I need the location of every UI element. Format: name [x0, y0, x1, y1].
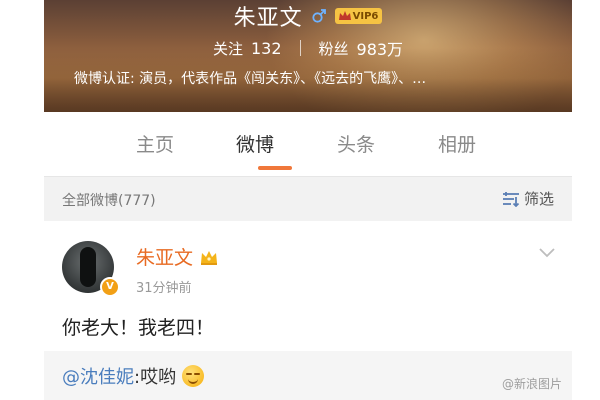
avatar-figure [80, 247, 96, 287]
profile-stats: 关注 132 粉丝 983万 [44, 36, 572, 60]
filter-button[interactable]: 筛选 [502, 188, 554, 209]
stats-divider [299, 40, 301, 56]
tab-headlines[interactable]: 头条 [337, 130, 375, 157]
following-label: 关注 [212, 39, 243, 58]
profile-header: 朱亚文 VIP6 关注 132 粉丝 983万 微博认证: 演员，代表作品《闯关… [44, 0, 572, 112]
watermark-text: @新浪图片 [501, 377, 562, 391]
filter-label: 筛选 [523, 190, 554, 208]
followers-count: 983万 [356, 40, 404, 59]
filter-icon [502, 191, 520, 207]
crown-icon[interactable] [199, 248, 219, 266]
retweet-line: @沈佳妮 :哎哟 [62, 363, 205, 389]
chevron-down-icon[interactable] [538, 247, 556, 259]
weibo-post: V 朱亚文 31分钟前 你老大！我老四！ @沈佳妮 :哎哟 [44, 221, 572, 400]
active-tab-indicator [258, 166, 292, 170]
retweet-box[interactable]: @沈佳妮 :哎哟 [44, 351, 572, 400]
smile-emoji-icon [182, 365, 205, 387]
verified-v-icon: V [100, 277, 120, 297]
left-margin [0, 0, 44, 400]
tab-weibo[interactable]: 微博 [236, 130, 274, 157]
post-author[interactable]: 朱亚文 [136, 243, 193, 270]
followers-stat[interactable]: 粉丝 983万 [319, 36, 404, 60]
verification-text: 微博认证: 演员，代表作品《闯关东》、《远去的飞鹰》、… [74, 71, 427, 87]
watermark: @新浪图片 [502, 375, 562, 392]
vip-label: VIP6 [352, 10, 379, 22]
profile-name-row: 朱亚文 VIP6 [44, 2, 572, 31]
tab-albums[interactable]: 相册 [438, 130, 476, 157]
profile-tab-bar: 主页 微博 头条 相册 [44, 112, 572, 177]
post-timestamp: 31分钟前 [136, 281, 192, 296]
profile-name: 朱亚文 [233, 6, 303, 31]
tab-home[interactable]: 主页 [136, 130, 174, 157]
retweet-text: :哎哟 [134, 367, 177, 388]
following-count: 132 [250, 38, 282, 58]
crown-icon [338, 11, 351, 20]
post-text: 你老大！我老四！ [62, 317, 215, 339]
male-icon [312, 9, 326, 23]
mention-link[interactable]: @沈佳妮 [62, 363, 134, 389]
filter-bar: 全部微博(777) 筛选 [44, 177, 572, 221]
following-stat[interactable]: 关注 132 [213, 38, 282, 59]
all-weibo-count: 全部微博(777) [62, 193, 156, 209]
right-margin [572, 0, 600, 400]
post-author-row: 朱亚文 [136, 243, 219, 270]
followers-label: 粉丝 [318, 39, 349, 58]
vip-badge[interactable]: VIP6 [334, 8, 383, 24]
